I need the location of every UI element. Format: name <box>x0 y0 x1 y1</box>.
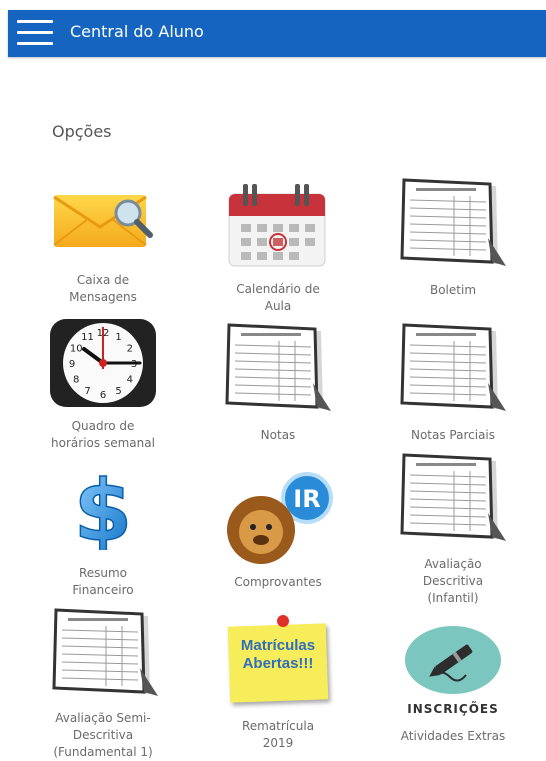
tile-label: Atividades Extras <box>400 729 506 743</box>
clock-numeral: 6 <box>100 390 106 401</box>
clock-numeral: 8 <box>73 375 79 386</box>
tile-label: Caixa de Mensagens <box>69 273 137 304</box>
pen-circle-icon <box>404 625 502 699</box>
pin-icon <box>277 615 289 627</box>
hamburger-menu-icon[interactable] <box>17 20 53 46</box>
tile-atividades-extras[interactable]: INSCRIÇÕES Atividades Extras <box>368 625 538 753</box>
clock-numeral: 2 <box>127 344 133 355</box>
tile-avaliacao-semi-descritiva[interactable]: Avaliação Semi- Descritiva (Fundamental … <box>18 608 188 760</box>
report-sheet-icon <box>48 608 158 704</box>
app-title: Central do Aluno <box>70 22 204 41</box>
clock-numeral: 7 <box>84 386 90 397</box>
envelope-search-icon <box>48 185 158 259</box>
report-sheet-icon <box>221 323 331 419</box>
lion-ir-icon: IR <box>221 472 335 570</box>
tile-notas[interactable]: Notas <box>193 323 363 445</box>
tile-label: Resumo Financeiro <box>72 566 134 597</box>
report-sheet-icon <box>396 323 506 419</box>
tile-label: Quadro de horários semanal <box>51 419 155 450</box>
clock-numeral: 5 <box>115 386 121 397</box>
tile-label: Rematrícula 2019 <box>241 719 315 750</box>
inscricoes-text: INSCRIÇÕES <box>407 702 499 716</box>
tile-avaliacao-descritiva-infantil[interactable]: Avaliação Descritiva (Infantil) <box>368 453 538 609</box>
tile-caixa-de-mensagens[interactable]: Caixa de Mensagens <box>18 185 188 310</box>
dollar-icon: $ <box>66 461 140 561</box>
svg-text:IR: IR <box>293 485 320 513</box>
report-sheet-icon <box>396 178 506 274</box>
sticky-note-icon: Matrículas Abertas!!! <box>223 615 331 705</box>
calendar-icon <box>225 180 329 274</box>
tile-resumo-financeiro[interactable]: $ Resumo Financeiro <box>18 461 188 600</box>
tile-rematricula-2019[interactable]: Matrículas Abertas!!! Rematrícula 2019 <box>193 615 363 755</box>
section-title: Opções <box>52 122 112 141</box>
tile-label: Notas <box>260 428 296 442</box>
report-sheet-icon <box>396 453 506 549</box>
tile-comprovantes[interactable]: IR Comprovantes <box>193 472 363 592</box>
tile-label: Calendário de Aula <box>236 282 320 313</box>
svg-text:$: $ <box>74 468 132 550</box>
clock-numeral: 1 <box>115 332 121 343</box>
clock-icon: 121234567891011 <box>48 317 158 413</box>
clock-numeral: 4 <box>127 375 133 386</box>
tile-label: Avaliação Semi- Descritiva (Fundamental … <box>53 711 153 759</box>
tile-calendario-de-aula[interactable]: Calendário de Aula <box>193 180 363 315</box>
tile-label: Comprovantes <box>234 575 322 589</box>
tile-label: Notas Parciais <box>410 428 496 442</box>
tile-label: Avaliação Descritiva (Infantil) <box>422 557 484 605</box>
tile-quadro-de-horarios[interactable]: 121234567891011 Quadro de horários seman… <box>18 317 188 455</box>
app-header: Central do Aluno <box>8 10 546 57</box>
tile-notas-parciais[interactable]: Notas Parciais <box>368 323 538 445</box>
clock-numeral: 11 <box>81 332 94 343</box>
tile-label: Boletim <box>429 283 477 297</box>
clock-numeral: 10 <box>70 344 83 355</box>
sticky-note-text: Matrículas Abertas!!! <box>240 637 316 672</box>
tile-boletim[interactable]: Boletim <box>368 178 538 298</box>
clock-numeral: 9 <box>69 359 75 370</box>
